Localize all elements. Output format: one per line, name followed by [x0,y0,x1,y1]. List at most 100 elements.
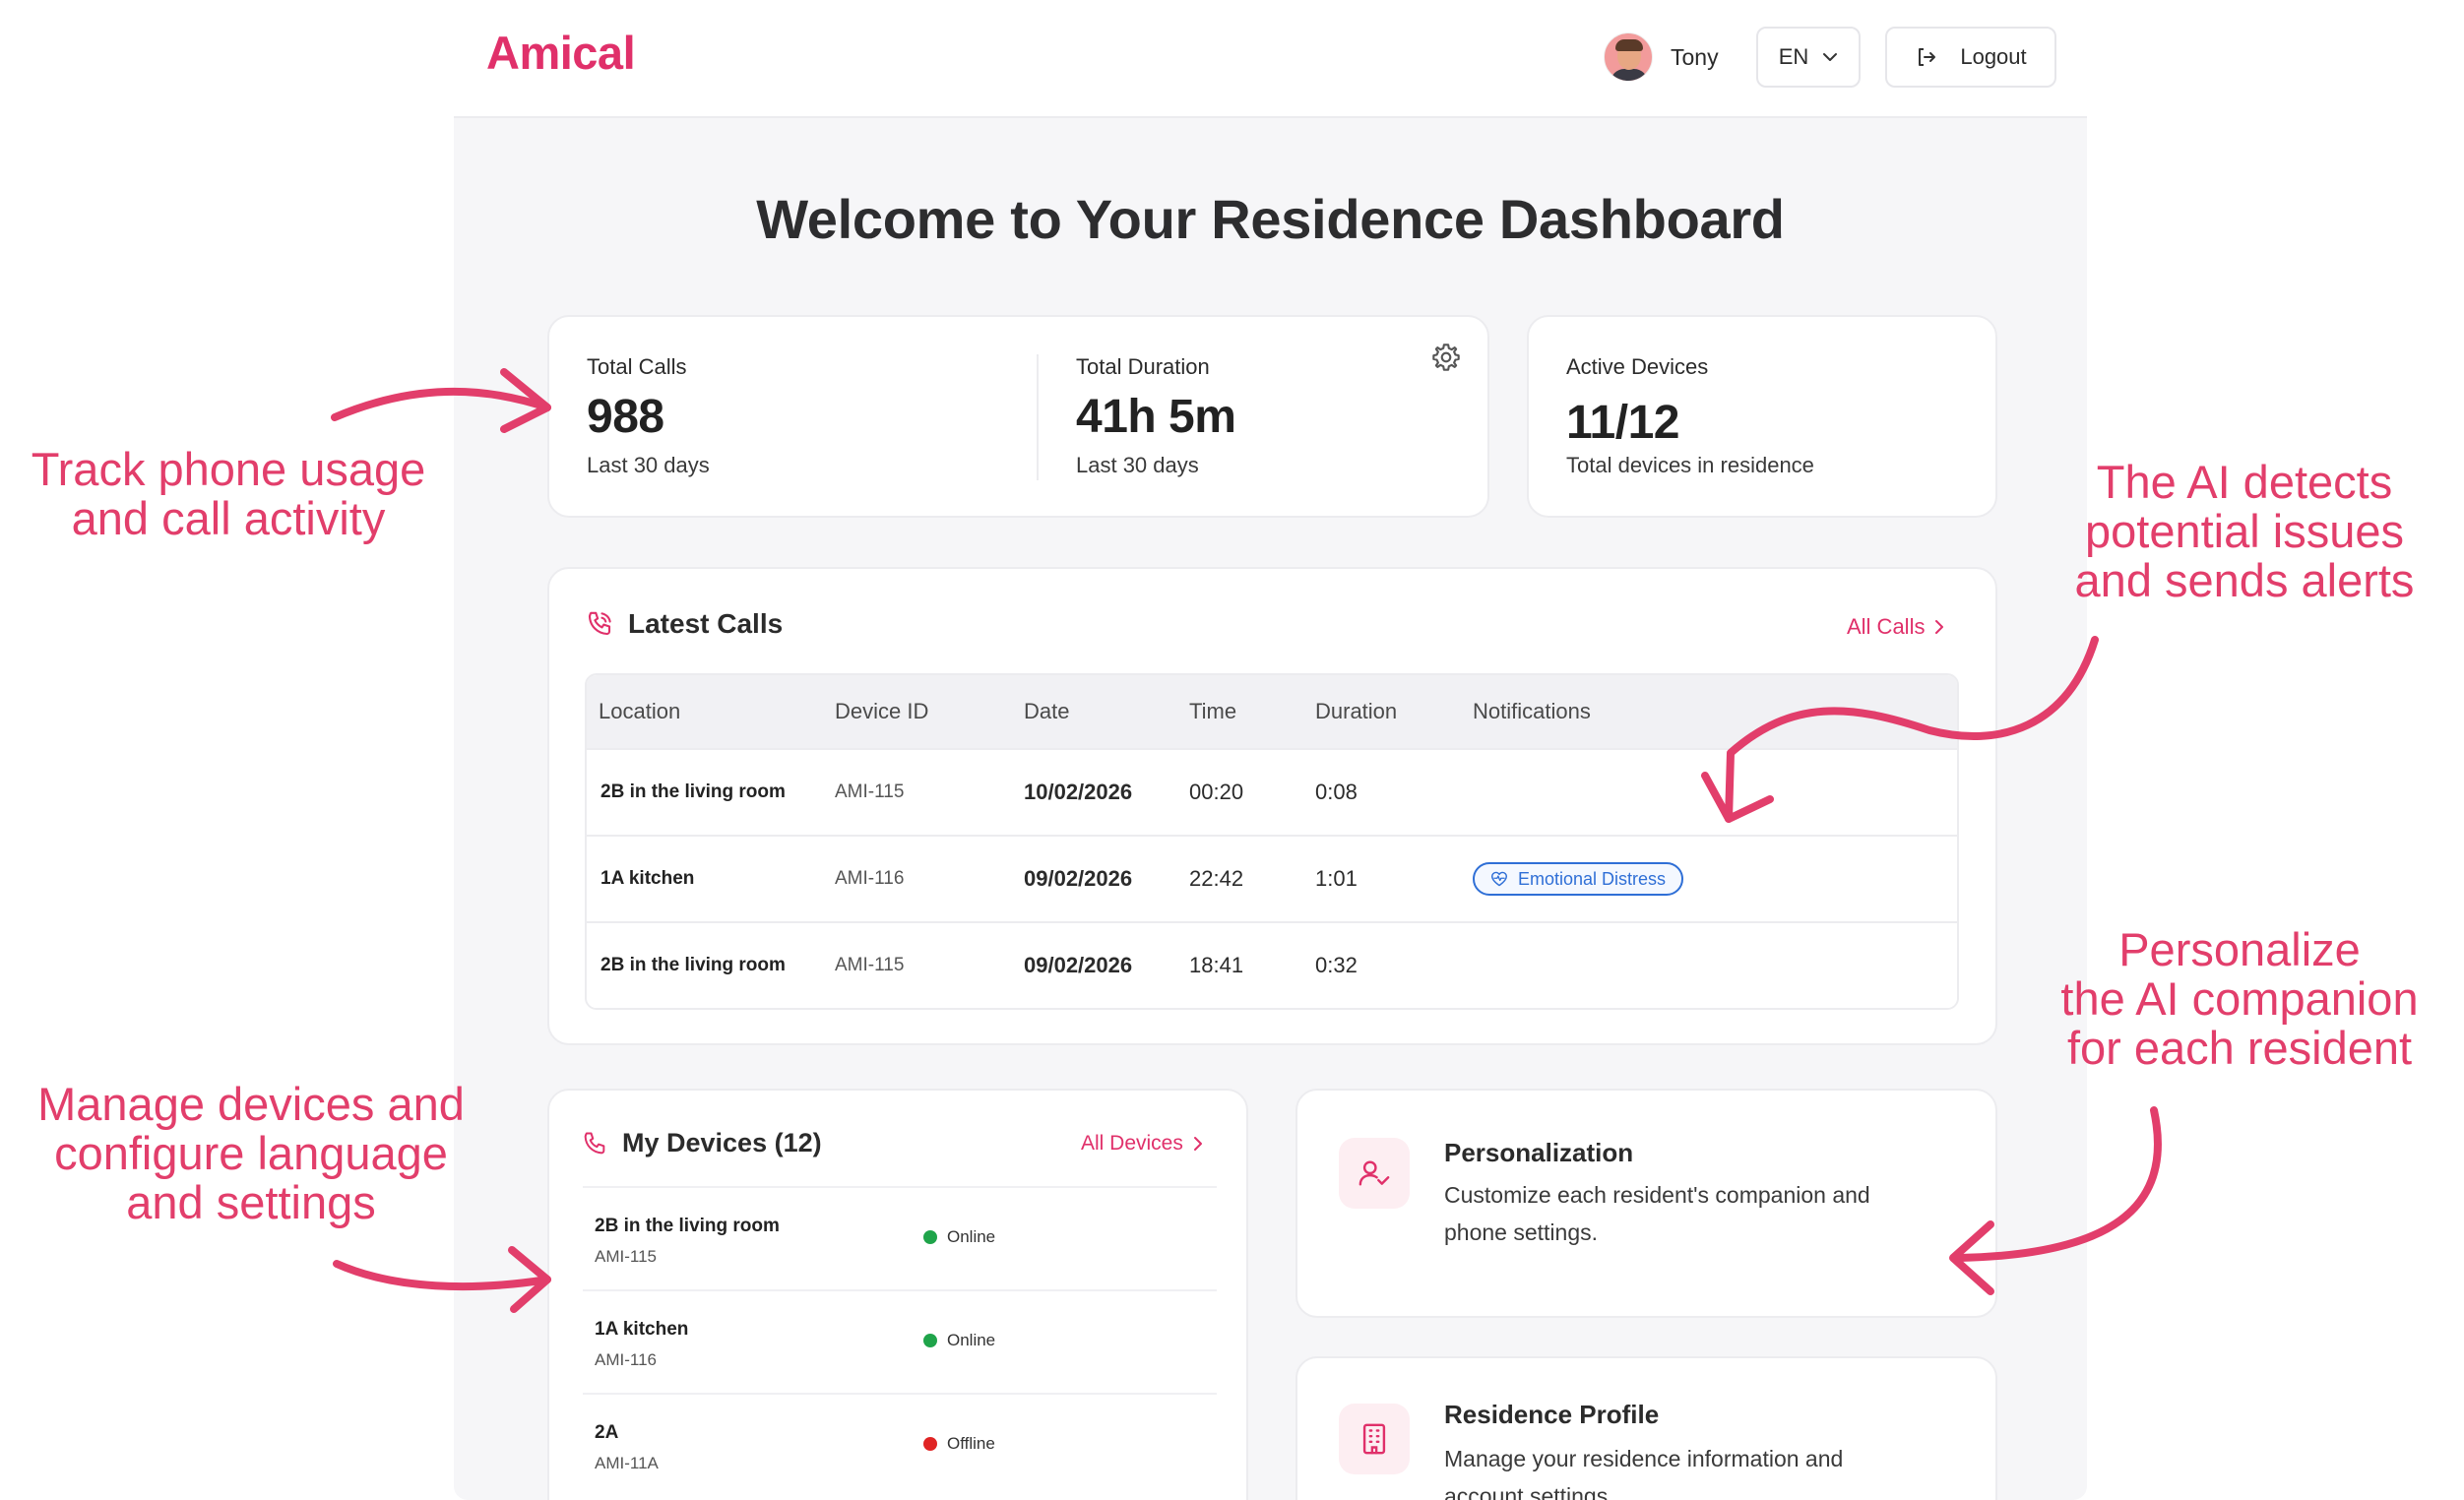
emotional-distress-badge[interactable]: Emotional Distress [1473,862,1684,896]
badge-label: Emotional Distress [1518,868,1667,889]
col-duration: Duration [1315,699,1398,723]
row-location: 2B in the living room [600,955,786,976]
personalization-icon-tile [1339,1138,1410,1209]
online-dot-icon [923,1334,937,1347]
latest-calls-heading: Latest Calls [585,608,783,640]
annotation-line: and sends alerts [2074,553,2415,606]
annotation-ai-alerts: The AI detects potential issues and send… [2028,458,2461,604]
row-duration: 1:01 [1315,866,1358,891]
offline-dot-icon [923,1437,937,1451]
device-status-label: Online [947,1227,996,1246]
annotation-line: Manage devices and [37,1078,465,1130]
user-name: Tony [1671,43,1719,70]
heart-pulse-icon [1491,871,1507,887]
phone-icon [584,1132,605,1154]
amical-logo[interactable]: Amical [486,26,636,80]
row-duration: 0:32 [1315,953,1358,977]
annotation-line: potential issues [2085,504,2404,557]
annotation-personalize: Personalize the AI companion for each re… [2018,925,2461,1072]
calls-table-header: Location Device ID Date Time Duration No… [587,675,1957,748]
table-row[interactable]: 2B in the living room AMI-115 10/02/2026… [587,748,1957,835]
chevron-down-icon [1823,53,1838,61]
col-notifications: Notifications [1473,699,1591,723]
residence-icon-tile [1339,1404,1410,1474]
col-time: Time [1189,699,1237,723]
device-list: 2B in the living room AMI-115 Online 1A … [583,1186,1217,1496]
device-id: AMI-115 [595,1247,657,1266]
active-devices-value: 11/12 [1566,397,1679,449]
device-name: 1A kitchen [595,1319,689,1340]
col-date: Date [1024,699,1070,723]
col-location: Location [599,699,681,724]
personalization-desc-line1: Customize each resident's companion and [1444,1182,1870,1208]
device-status: Online [923,1227,995,1247]
row-time: 18:41 [1189,953,1244,977]
annotation-track-usage: Track phone usage and call activity [10,445,447,543]
logout-icon [1919,48,1936,66]
device-status: Online [923,1331,995,1350]
latest-calls-card: Latest Calls All Calls Location Device I… [547,567,1997,1045]
device-status: Offline [923,1434,995,1454]
my-devices-title: My Devices (12) [622,1128,822,1157]
total-calls-value: 988 [587,391,664,443]
annotation-line: and call activity [71,491,386,544]
active-devices-card: Active Devices 11/12 Total devices in re… [1527,315,1997,518]
table-row[interactable]: 1A kitchen AMI-116 09/02/2026 22:42 1:01… [587,835,1957,921]
total-duration-period: Last 30 days [1076,453,1199,477]
row-location: 1A kitchen [600,868,695,890]
personalization-title: Personalization [1444,1138,1634,1167]
all-calls-link[interactable]: All Calls [1847,614,1944,640]
active-devices-subtitle: Total devices in residence [1566,453,1814,477]
building-icon [1362,1423,1386,1455]
table-row[interactable]: 2B in the living room AMI-115 09/02/2026… [587,921,1957,1008]
residence-profile-card[interactable]: Residence Profile Manage your residence … [1295,1356,1997,1500]
list-item[interactable]: 2B in the living room AMI-115 Online [583,1186,1217,1289]
row-device-id: AMI-116 [835,868,905,889]
annotation-line: configure language [54,1126,448,1179]
annotation-line: Personalize [2118,923,2361,975]
chevron-right-icon [1193,1137,1202,1151]
residence-profile-title: Residence Profile [1444,1400,1660,1429]
call-stats-card: Total Calls 988 Last 30 days Total Durat… [547,315,1489,518]
latest-calls-title: Latest Calls [628,608,784,639]
device-id: AMI-11A [595,1454,659,1472]
list-item[interactable]: 1A kitchen AMI-116 Online [583,1289,1217,1393]
annotation-line: and settings [126,1175,376,1228]
language-selector[interactable]: EN [1756,27,1861,88]
annotation-line: the AI companion [2060,971,2419,1025]
row-duration: 0:08 [1315,780,1358,804]
total-calls-period: Last 30 days [587,453,710,477]
online-dot-icon [923,1230,937,1244]
active-devices-label: Active Devices [1566,354,1709,379]
col-device-id: Device ID [835,699,929,723]
my-devices-card: My Devices (12) All Devices 2B in the li… [547,1089,1248,1500]
logout-button[interactable]: Logout [1885,27,2056,88]
residence-profile-desc-line1: Manage your residence information and [1444,1446,1844,1471]
annotation-line: The AI detects [2096,456,2393,508]
row-date: 10/02/2026 [1024,780,1133,804]
row-date: 09/02/2026 [1024,866,1133,891]
all-devices-label: All Devices [1081,1132,1183,1155]
device-status-label: Offline [947,1434,995,1453]
device-status-label: Online [947,1331,996,1349]
my-devices-heading: My Devices (12) [581,1128,822,1158]
personalization-desc-line2: phone settings. [1444,1219,1599,1245]
language-value: EN [1778,44,1809,69]
total-calls-label: Total Calls [587,354,687,379]
annotation-line: for each resident [2066,1021,2413,1074]
row-device-id: AMI-115 [835,781,905,802]
total-duration-value: 41h 5m [1076,391,1236,443]
chevron-right-icon [1935,620,1944,634]
list-item[interactable]: 2A AMI-11A Offline [583,1393,1217,1496]
annotation-manage-devices: Manage devices and configure language an… [10,1080,492,1226]
gear-icon[interactable] [1430,342,1462,373]
device-id: AMI-116 [595,1350,657,1369]
residence-profile-desc-line2: account settings [1444,1483,1609,1500]
row-time: 00:20 [1189,780,1244,804]
all-calls-label: All Calls [1847,614,1926,639]
row-location: 2B in the living room [600,781,786,803]
user-menu[interactable]: Tony [1604,31,1719,83]
personalization-card[interactable]: Personalization Customize each resident'… [1295,1089,1997,1318]
all-devices-link[interactable]: All Devices [1081,1132,1203,1156]
page-title: Welcome to Your Residence Dashboard [756,188,1785,250]
